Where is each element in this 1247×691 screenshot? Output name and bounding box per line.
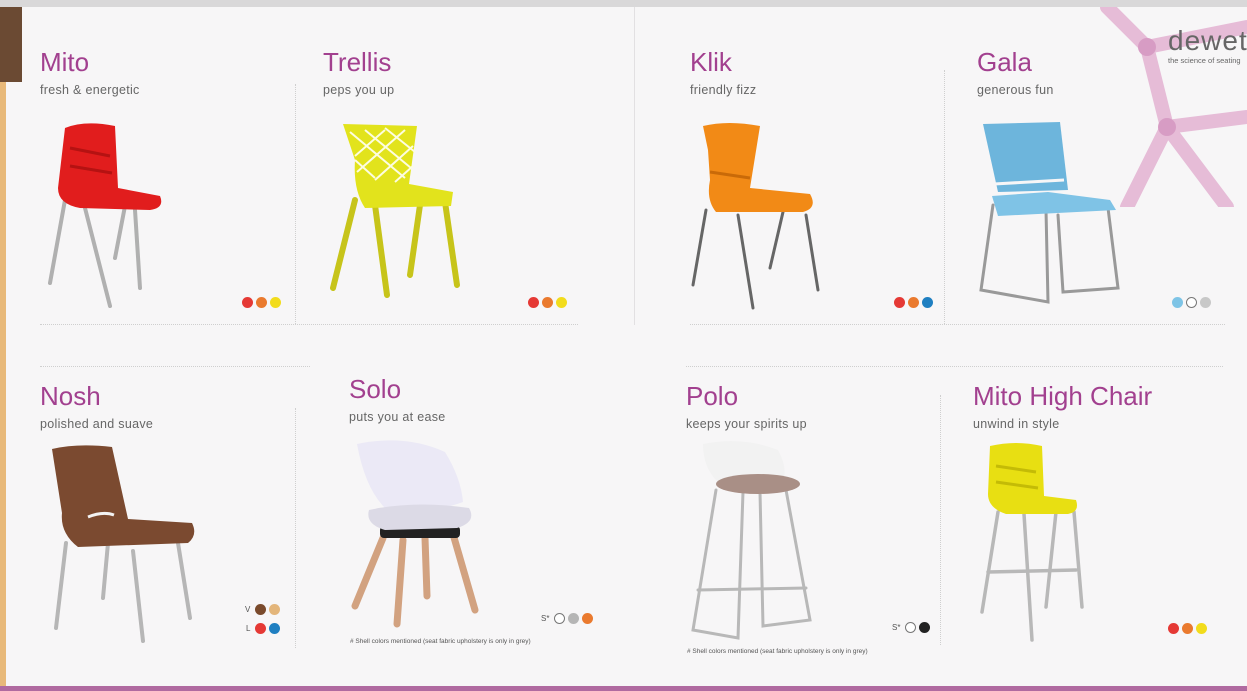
product-tagline: puts you at ease <box>349 410 446 424</box>
nosh-colors-l: L <box>246 623 281 634</box>
shell-marker: S* <box>541 614 550 623</box>
mito-colors <box>242 297 281 308</box>
product-name: Gala <box>977 47 1032 77</box>
klik-colors <box>894 297 933 308</box>
brand-logo: dewet the science of seating <box>1168 25 1247 66</box>
product-name: Mito <box>40 47 90 77</box>
product-name: Mito High Chair <box>973 381 1153 411</box>
center-divider <box>634 7 635 325</box>
solo-footnote: # Shell colors mentioned (seat fabric up… <box>350 638 531 645</box>
nosh-colors-v: V <box>245 604 281 615</box>
color-swatch <box>1186 297 1197 308</box>
product-name: Solo <box>349 374 402 404</box>
color-swatch <box>1168 623 1179 634</box>
solo-chair-image <box>351 440 479 628</box>
color-swatch <box>919 622 931 633</box>
mito-high-chair-colors <box>1168 623 1207 634</box>
corner-accent <box>0 7 22 82</box>
color-swatch <box>908 297 919 308</box>
mito-chair-image <box>48 123 162 308</box>
bottom-border <box>0 686 1247 691</box>
product-name: Nosh <box>40 381 101 411</box>
klik-chair-image <box>691 123 820 310</box>
brand-name: dewet <box>1168 25 1247 56</box>
color-swatch <box>242 297 253 308</box>
trellis-colors <box>528 297 567 308</box>
trellis-chair-image <box>330 124 460 298</box>
product-tagline: unwind in style <box>973 417 1060 431</box>
row-separator <box>686 366 1223 367</box>
color-swatch <box>542 297 553 308</box>
left-border <box>0 7 6 691</box>
top-border <box>0 0 1247 7</box>
polo-footnote: # Shell colors mentioned (seat fabric up… <box>687 648 868 655</box>
color-swatch <box>1182 623 1193 634</box>
solo-colors: S* <box>541 613 594 624</box>
color-swatch <box>255 623 267 634</box>
shell-marker: S* <box>892 623 901 632</box>
color-swatch <box>905 622 917 633</box>
product-tagline: polished and suave <box>40 417 154 431</box>
color-swatch <box>269 623 281 634</box>
gala-colors <box>1172 297 1211 308</box>
column-separator <box>940 395 941 645</box>
color-swatch <box>255 604 267 615</box>
product-tagline: peps you up <box>323 83 395 97</box>
color-swatch <box>1196 623 1207 634</box>
product-name: Trellis <box>323 47 392 77</box>
polo-colors: S* <box>892 622 931 633</box>
product-name: Klik <box>690 47 732 77</box>
brand-tagline: the science of seating <box>1168 56 1241 65</box>
column-separator <box>295 84 296 324</box>
color-swatch <box>270 297 281 308</box>
row-separator <box>690 324 1225 325</box>
nosh-chair-image <box>52 445 195 643</box>
color-swatch <box>922 297 933 308</box>
product-tagline: keeps your spirits up <box>686 417 807 431</box>
column-separator <box>944 70 945 324</box>
color-swatch <box>556 297 567 308</box>
gala-chair-image <box>979 122 1120 304</box>
variant-label: V <box>245 605 251 614</box>
color-swatch <box>256 297 267 308</box>
mito-high-chair-image <box>980 443 1084 642</box>
column-separator <box>295 408 296 648</box>
color-swatch <box>528 297 539 308</box>
polo-chair-image <box>691 441 812 640</box>
product-tagline: fresh & energetic <box>40 83 140 97</box>
row-separator <box>40 366 310 367</box>
variant-label: L <box>246 624 251 633</box>
color-swatch <box>554 613 566 624</box>
color-swatch <box>269 604 281 615</box>
color-swatch <box>1200 297 1211 308</box>
color-swatch <box>568 613 580 624</box>
product-tagline: friendly fizz <box>690 83 757 97</box>
row-separator <box>40 324 578 325</box>
color-swatch <box>582 613 594 624</box>
color-swatch <box>894 297 905 308</box>
product-tagline: generous fun <box>977 83 1054 97</box>
color-swatch <box>1172 297 1183 308</box>
product-name: Polo <box>686 381 739 411</box>
